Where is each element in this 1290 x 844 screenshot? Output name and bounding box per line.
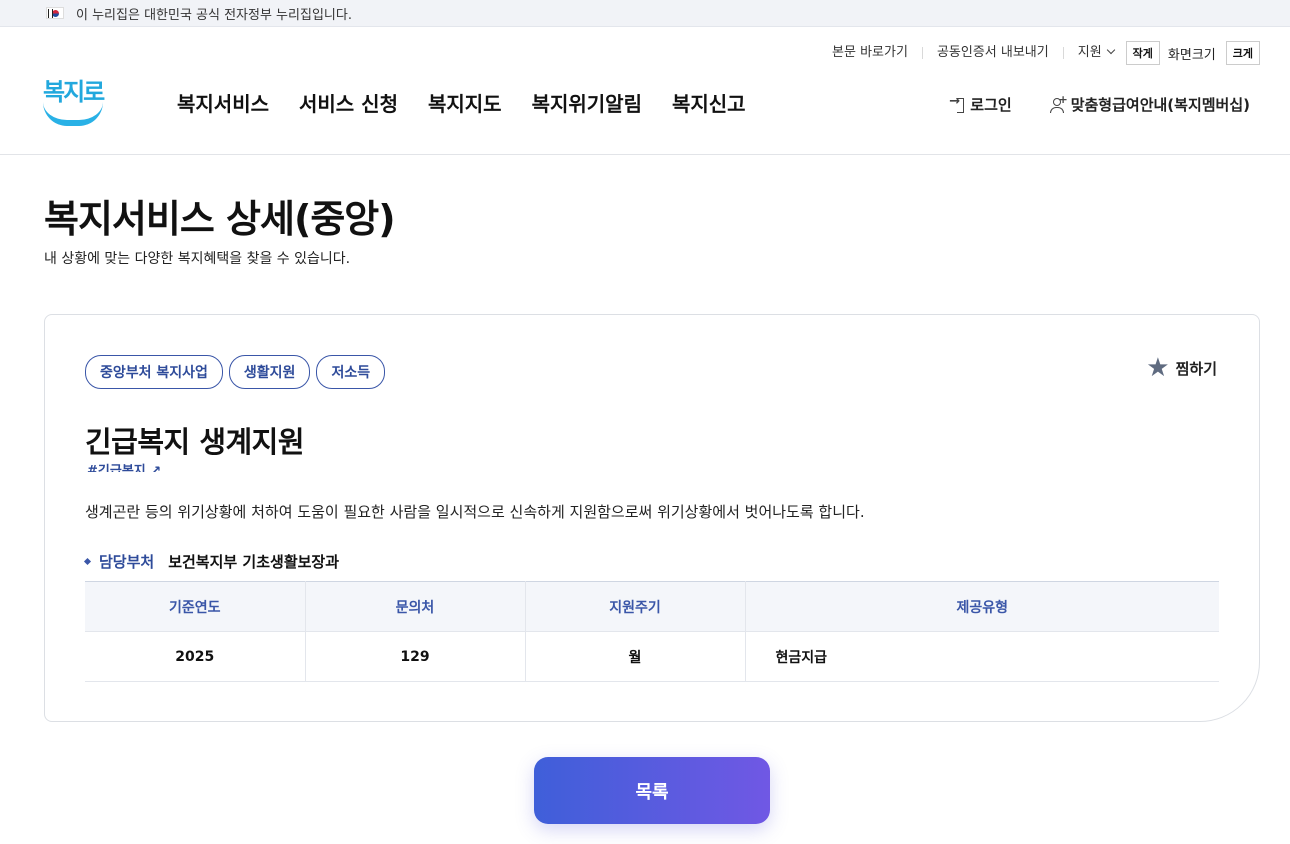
membership-label: 맞춤형급여안내(복지멤버십) [1070,96,1250,114]
list-button[interactable]: 목록 [534,757,770,824]
font-large-button[interactable]: 크게 [1225,41,1260,65]
main-nav: 복지서비스 서비스 신청 복지지도 복지위기알림 복지신고 [177,88,776,117]
department-info: 담당부처 보건복지부 기초생활보장과 [83,551,340,572]
header-divider [0,154,1290,155]
page-title: 복지서비스 상세(중앙) [44,197,396,241]
user-plus-icon: + [1049,93,1068,113]
font-small-button[interactable]: 작게 [1125,41,1160,65]
membership-link[interactable]: + 맞춤형급여안내(복지멤버십) [1049,93,1250,115]
service-hashtag[interactable]: #긴급복지 ↗ [87,460,161,472]
service-info-table: 기준연도 문의처 지원주기 제공유형 2025 129 월 현금지급 [85,581,1219,682]
support-label: 지원 [1077,45,1102,60]
gov-banner-text: 이 누리집은 대한민국 공식 전자정부 누리집입니다. [76,7,352,23]
service-title: 긴급복지 생계지원 [85,425,305,459]
page-subtitle: 내 상황에 맞는 다양한 복지혜택을 찾을 수 있습니다. [44,251,351,267]
external-link-icon: ↗ [145,464,162,472]
star-icon: ★ [1146,353,1170,383]
chevron-down-icon [1106,45,1115,55]
diamond-bullet-icon [83,557,92,566]
favorite-button[interactable]: ★ 찜하기 [1146,355,1217,381]
korea-flag-icon [46,7,64,19]
member-area: 로그인 + 맞춤형급여안내(복지멤버십) [911,93,1250,115]
nav-welfare-report[interactable]: 복지신고 [672,88,746,117]
nav-welfare-map[interactable]: 복지지도 [428,88,502,117]
department-value: 보건복지부 기초생활보장과 [168,553,340,571]
tag-central-ministry[interactable]: 중앙부처 복지사업 [85,355,223,389]
table-row: 2025 129 월 현금지급 [85,631,1219,682]
login-icon [949,94,965,113]
header-support-cycle: 지원주기 [525,581,746,632]
nav-crisis-alert[interactable]: 복지위기알림 [532,88,642,117]
utility-bar: 본문 바로가기 공동인증서 내보내기 지원 작게 화면크기 크게 [818,41,1260,65]
cell-base-year: 2025 [85,631,306,682]
service-detail-card: 중앙부처 복지사업 생활지원 저소득 ★ 찜하기 긴급복지 생계지원 #긴급복지… [44,314,1260,722]
hashtag-label: #긴급복지 [87,464,146,472]
login-link[interactable]: 로그인 [949,94,1011,115]
cell-contact: 129 [305,631,526,682]
nav-service-apply[interactable]: 서비스 신청 [299,88,398,117]
skip-to-content-link[interactable]: 본문 바로가기 [818,46,923,59]
tag-list: 중앙부처 복지사업 생활지원 저소득 [85,355,391,389]
header-provision-type: 제공유형 [745,581,1219,632]
header-base-year: 기준연도 [85,581,306,632]
table-header-row: 기준연도 문의처 지원주기 제공유형 [85,581,1219,632]
screen-size-label: 화면크기 [1167,47,1216,63]
header-contact: 문의처 [305,581,526,632]
logo-smile-icon [43,102,103,126]
service-description: 생계곤란 등의 위기상황에 처하여 도움이 필요한 사람을 일시적으로 신속하게… [85,503,865,521]
support-dropdown[interactable]: 지원 [1064,45,1122,60]
cell-support-cycle: 월 [525,631,746,682]
tag-low-income[interactable]: 저소득 [316,355,386,389]
favorite-label: 찜하기 [1175,359,1217,378]
tag-living-support[interactable]: 생활지원 [228,355,311,389]
site-logo[interactable]: 복지로 [43,72,105,128]
login-label: 로그인 [970,96,1012,114]
cell-provision-type: 현금지급 [745,631,1219,682]
cert-export-link[interactable]: 공동인증서 내보내기 [923,46,1064,59]
nav-welfare-service[interactable]: 복지서비스 [177,88,269,117]
gov-banner: 이 누리집은 대한민국 공식 전자정부 누리집입니다. [0,0,1290,27]
department-label: 담당부처 [99,553,155,571]
